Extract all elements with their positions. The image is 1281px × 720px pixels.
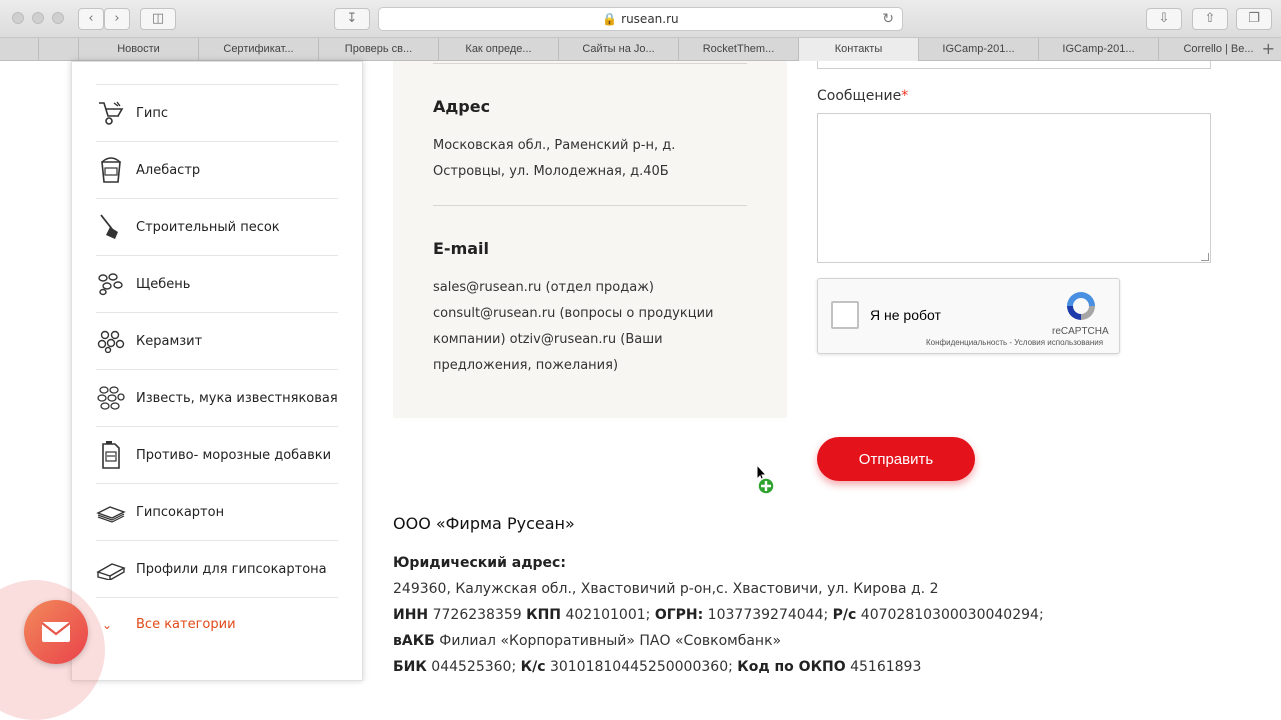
divider <box>433 205 747 206</box>
sidebar-item-label: Строительный песок <box>136 219 280 235</box>
captcha-links[interactable]: Конфиденциальность - Условия использован… <box>926 338 1103 347</box>
requisites-line-2: вАКБ Филиал «Корпоративный» ПАО «Совкомб… <box>393 628 1153 654</box>
sidebar-item-2[interactable]: Строительный песок <box>96 199 338 256</box>
minimize-window-icon[interactable] <box>32 12 44 24</box>
ogrn-value: 1037739274044; <box>703 607 833 623</box>
tab-7[interactable]: IGCamp-201... <box>918 38 1038 61</box>
bik-label: БИК <box>393 659 427 675</box>
ks-value: 30101810445250000360; <box>545 659 738 675</box>
company-name: ООО «Фирма Русеан» <box>393 514 575 533</box>
bank-label: вАКБ <box>393 633 435 649</box>
bik-value: 044525360; <box>426 659 521 675</box>
requisites-line-3: БИК 044525360; К/с 30101810445250000360;… <box>393 654 1153 680</box>
message-textarea[interactable] <box>817 113 1211 263</box>
tab-9[interactable]: Corrello | Be... <box>1158 38 1278 61</box>
tab-3[interactable]: Как опреде... <box>438 38 558 61</box>
message-label-text: Сообщение <box>817 88 902 104</box>
sidebar-item-4[interactable]: Керамзит <box>96 313 338 370</box>
sidebar-item-partial[interactable] <box>96 28 338 85</box>
sidebar-item-label: Керамзит <box>136 333 203 349</box>
divider <box>433 63 747 64</box>
tab-5[interactable]: RocketThem... <box>678 38 798 61</box>
send-button[interactable]: Отправить <box>817 437 975 481</box>
recaptcha-logo-icon <box>1067 292 1095 320</box>
sidebar-item-5[interactable]: Известь, мука известняковая <box>96 370 338 427</box>
address-bar[interactable]: 🔒 rusean.ru ↻ <box>378 7 903 31</box>
sidebar-item-label: Гипс <box>136 105 169 121</box>
address-text: Московская обл., Раменский р-н, д. Остро… <box>433 138 676 179</box>
okpo-value: 45161893 <box>845 659 922 675</box>
drywall-icon <box>96 497 126 527</box>
tab-6[interactable]: Контакты <box>798 38 918 61</box>
lock-icon: 🔒 <box>602 12 618 26</box>
captcha-label: Я не робот <box>870 307 941 323</box>
inn-label: ИНН <box>393 607 429 623</box>
envelope-icon <box>41 622 71 642</box>
sidebar-item-3[interactable]: Щебень <box>96 256 338 313</box>
email-text: sales@rusean.ru (отдел продаж) consult@r… <box>433 280 714 373</box>
ogrn-label: ОГРН: <box>654 607 704 623</box>
requisites-line-1: ИНН 7726238359 КПП 402101001; ОГРН: 1037… <box>393 602 1153 628</box>
resize-grip-icon[interactable] <box>1201 253 1209 261</box>
all-categories-label: Все категории <box>136 617 236 632</box>
tab-8[interactable]: IGCamp-201... <box>1038 38 1158 61</box>
sidebar-item-label: Щебень <box>136 276 191 292</box>
previous-input-field[interactable] <box>817 61 1211 69</box>
share-icon[interactable]: ⇧ <box>1192 8 1228 30</box>
sidebar-item-0[interactable]: Гипс <box>96 85 338 142</box>
shovel-icon <box>96 212 126 242</box>
message-label: Сообщение* <box>817 88 908 104</box>
mail-button[interactable] <box>24 600 88 664</box>
close-window-icon[interactable] <box>12 12 24 24</box>
legal-address-label: Юридический адрес: <box>393 555 566 571</box>
kpp-value: 402101001; <box>561 607 655 623</box>
sidebar-item-label: Профили для гипсокартона <box>136 561 327 577</box>
inn-value: 7726238359 <box>428 607 527 623</box>
back-button[interactable]: ‹ <box>78 8 104 30</box>
legal-address: 249360, Калужская обл., Хвастовичий р-он… <box>393 581 939 597</box>
reload-icon[interactable]: ↻ <box>882 8 894 30</box>
address-url: rusean.ru <box>621 12 679 26</box>
downloads-shortcut-icon[interactable]: ↧ <box>334 8 370 30</box>
sidebar-item-label: Гипсокартон <box>136 504 225 520</box>
recaptcha-widget: Я не робот reCAPTCHA Конфиденциальность … <box>817 278 1120 354</box>
rs-label: Р/с <box>832 607 857 623</box>
required-mark: * <box>901 88 909 104</box>
bucket-icon <box>96 155 126 185</box>
address-heading: Адрес <box>433 97 491 116</box>
all-categories-link[interactable]: ⌄ Все категории <box>96 617 236 632</box>
cursor-copy-icon <box>756 464 775 495</box>
sidebar-item-6[interactable]: Противо- морозные добавки <box>96 427 338 484</box>
kpp-label: КПП <box>526 607 562 623</box>
sidebar-item-1[interactable]: Алебастр <box>96 142 338 199</box>
contact-info-box: Адрес Московская обл., Раменский р-н, д.… <box>393 61 787 418</box>
sidebar-item-label: Противо- морозные добавки <box>136 447 332 463</box>
sidebar-item-7[interactable]: Гипсокартон <box>96 484 338 541</box>
gravel-icon <box>96 269 126 299</box>
company-requisites: Юридический адрес: 249360, Калужская обл… <box>393 550 1153 680</box>
sidebar-toggle-icon[interactable]: ◫ <box>140 8 176 30</box>
tabs-overview-icon[interactable]: ❐ <box>1236 8 1272 30</box>
email-heading: E-mail <box>433 239 490 258</box>
ks-label: К/с <box>520 659 546 675</box>
captcha-checkbox[interactable] <box>831 301 859 329</box>
okpo-label: Код по ОКПО <box>737 659 846 675</box>
captcha-brand: reCAPTCHA <box>1052 326 1109 337</box>
canister-icon <box>96 440 126 470</box>
zoom-window-icon[interactable] <box>52 12 64 24</box>
clay-pebbles-icon <box>96 326 126 356</box>
profile-icon <box>96 554 126 584</box>
rs-value: 40702810300030040294; <box>856 607 1044 623</box>
sidebar-item-label: Алебастр <box>136 162 201 178</box>
sidebar-item-8[interactable]: Профили для гипсокартона <box>96 541 338 598</box>
forward-button[interactable]: › <box>104 8 130 30</box>
sidebar-item-label: Известь, мука известняковая <box>136 390 338 406</box>
tab-pinned[interactable] <box>38 38 78 61</box>
wheelbarrow-icon <box>96 98 126 128</box>
tab-4[interactable]: Сайты на Jo... <box>558 38 678 61</box>
category-sidebar: ⌄ Все категории Гипс Алебастр Строительный… <box>71 61 363 681</box>
bank-value: Филиал «Корпоративный» ПАО «Совкомбанк» <box>434 633 782 649</box>
lime-icon <box>96 383 126 413</box>
download-icon[interactable]: ⇩ <box>1146 8 1182 30</box>
